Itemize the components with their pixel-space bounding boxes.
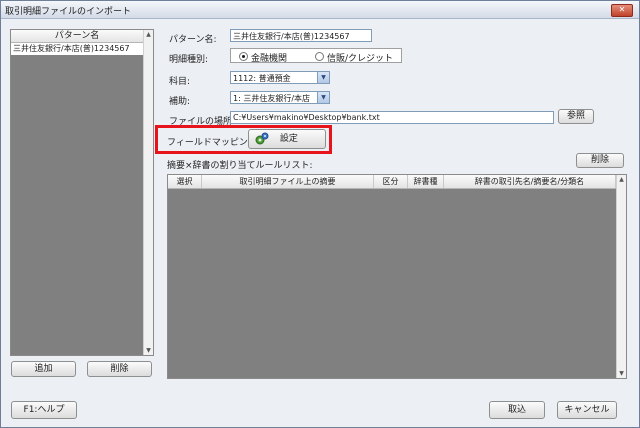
statement-type-label: 明細種別:: [169, 55, 209, 65]
window-title: 取引明細ファイルのインポート: [5, 7, 132, 17]
column-select[interactable]: 選択: [168, 175, 202, 188]
file-location-input[interactable]: C:¥Users¥makino¥Desktop¥bank.txt: [230, 111, 554, 124]
column-dictionary-type[interactable]: 辞書種: [408, 175, 444, 188]
rule-list-table[interactable]: 選択 取引明細ファイル上の摘要 区分 辞書種 辞書の取引先名/摘要名/分類名 ▲…: [167, 174, 627, 379]
column-dictionary-name[interactable]: 辞書の取引先名/摘要名/分類名: [444, 175, 616, 188]
statement-type-group: 金融機関 信販/クレジット: [230, 48, 402, 64]
account-label: 科目:: [169, 77, 191, 87]
scroll-down-icon[interactable]: ▼: [617, 369, 626, 378]
rule-list-scrollbar[interactable]: ▲ ▼: [616, 175, 626, 378]
chevron-down-icon[interactable]: ▼: [317, 92, 329, 103]
radio-credit[interactable]: [315, 52, 324, 61]
help-button[interactable]: F1:ヘルプ: [11, 401, 77, 419]
title-bar: 取引明細ファイルのインポート ✕: [1, 1, 639, 19]
pattern-list-item[interactable]: 三井住友銀行/本店(普)1234567: [11, 43, 143, 55]
column-description[interactable]: 取引明細ファイル上の摘要: [202, 175, 374, 188]
scroll-down-icon[interactable]: ▼: [144, 346, 153, 355]
import-dialog: 取引明細ファイルのインポート ✕ パターン名 三井住友銀行/本店(普)12345…: [0, 0, 640, 428]
delete-rule-button[interactable]: 削除: [576, 153, 624, 168]
radio-bank-label: 金融機関: [251, 54, 288, 64]
pattern-list[interactable]: パターン名 三井住友銀行/本店(普)1234567 ▲ ▼: [10, 29, 154, 356]
browse-button[interactable]: 参照: [558, 109, 594, 124]
sub-account-select-value: 1: 三井住友銀行/本店: [233, 94, 311, 103]
field-mapping-label: フィールドマッピング:: [167, 138, 260, 148]
delete-pattern-button[interactable]: 削除: [87, 361, 152, 377]
close-button[interactable]: ✕: [611, 4, 633, 17]
field-mapping-settings-button[interactable]: 設定: [248, 129, 326, 149]
column-category[interactable]: 区分: [374, 175, 408, 188]
cancel-button[interactable]: キャンセル: [557, 401, 617, 419]
scroll-up-icon[interactable]: ▲: [144, 30, 153, 39]
radio-credit-label: 信販/クレジット: [327, 54, 394, 64]
account-select-value: 1112: 普通預金: [233, 74, 291, 83]
add-pattern-button[interactable]: 追加: [11, 361, 76, 377]
sub-account-select[interactable]: 1: 三井住友銀行/本店 ▼: [230, 91, 330, 104]
import-button[interactable]: 取込: [489, 401, 545, 419]
scroll-up-icon[interactable]: ▲: [617, 175, 626, 184]
sub-account-label: 補助:: [169, 97, 191, 107]
gear-icon: [255, 132, 269, 145]
pattern-list-header: パターン名: [11, 30, 143, 43]
field-mapping-button-label: 設定: [279, 134, 298, 144]
radio-bank[interactable]: [239, 52, 248, 61]
chevron-down-icon[interactable]: ▼: [317, 72, 329, 83]
account-select[interactable]: 1112: 普通預金 ▼: [230, 71, 330, 84]
rule-list-header: 選択 取引明細ファイル上の摘要 区分 辞書種 辞書の取引先名/摘要名/分類名: [168, 175, 616, 189]
pattern-name-label: パターン名:: [169, 35, 217, 45]
pattern-name-input[interactable]: 三井住友銀行/本店(普)1234567: [230, 29, 372, 42]
pattern-list-scrollbar[interactable]: ▲ ▼: [143, 30, 153, 355]
rule-list-caption: 摘要×辞書の割り当てルールリスト:: [167, 161, 313, 171]
